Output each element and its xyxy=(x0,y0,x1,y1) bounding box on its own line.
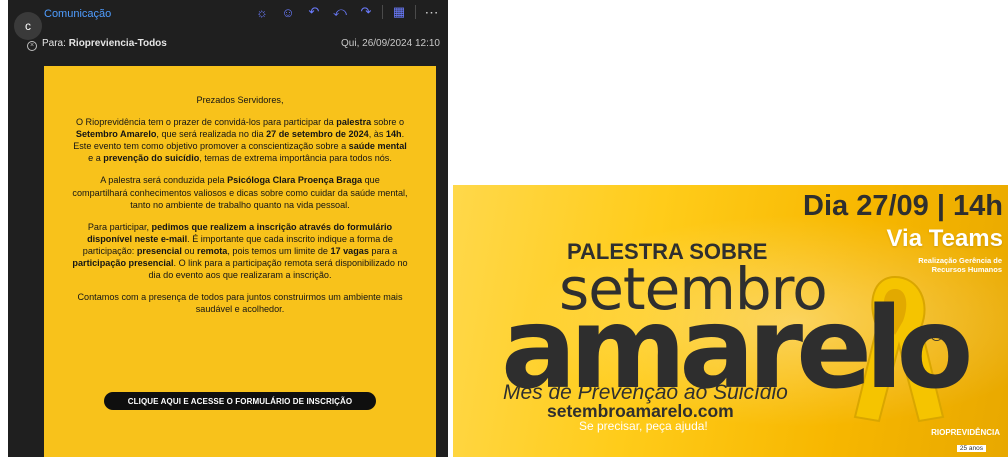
anniversary-badge: 25 anos xyxy=(956,445,986,452)
toolbar-divider xyxy=(382,5,383,19)
recipients-line: Para: Riopreviencia-Todos xyxy=(42,38,167,49)
forward-icon[interactable]: ↷ xyxy=(356,2,376,22)
paragraph-closing: Contamos com a presença de todos para ju… xyxy=(77,292,403,315)
greeting: Prezados Servidores, xyxy=(196,95,284,105)
registered-mark: ® xyxy=(930,325,944,345)
registration-form-button[interactable]: CLIQUE AQUI E ACESSE O FORMULÁRIO DE INS… xyxy=(104,392,376,410)
reply-icon[interactable]: ↶ xyxy=(304,2,324,22)
message-date: Qui, 26/09/2024 12:10 xyxy=(341,38,440,49)
sender-name[interactable]: Comunicação xyxy=(44,8,111,20)
emoji-icon[interactable]: ☺ xyxy=(278,2,298,22)
reply-all-icon[interactable]: ⤺ xyxy=(330,2,350,22)
rioprevidencia-logo: RIOPREVIDÊNCIA xyxy=(931,428,1000,437)
apps-icon[interactable]: ▦ xyxy=(389,2,409,22)
banner-platform: Via Teams xyxy=(886,225,1003,252)
message-toolbar: ☼ ☺ ↶ ⤺ ↷ ▦ ⋯ xyxy=(252,2,442,22)
email-body-card: Prezados Servidores, O Rioprevidência te… xyxy=(44,66,436,457)
sun-icon[interactable]: ☼ xyxy=(252,2,272,22)
email-body: Prezados Servidores, O Rioprevidência te… xyxy=(72,94,408,325)
paragraph-invite: O Rioprevidência tem o prazer de convidá… xyxy=(73,117,407,164)
more-icon[interactable]: ⋯ xyxy=(422,2,442,22)
paragraph-registration: Para participar, pedimos que realizem a … xyxy=(72,221,408,281)
to-label: Para: xyxy=(42,38,66,49)
toolbar-divider xyxy=(415,5,416,19)
to-recipient[interactable]: Riopreviencia-Todos xyxy=(69,38,167,49)
email-reading-pane: c Comunicação ☼ ☺ ↶ ⤺ ↷ ▦ ⋯ × Para: Riop… xyxy=(8,0,448,457)
banner-date: Dia 27/09 | 14h xyxy=(803,190,1003,222)
sender-avatar[interactable]: c xyxy=(14,12,42,40)
paragraph-speaker: A palestra será conduzida pela Psicóloga… xyxy=(72,175,408,210)
event-banner-image: Dia 27/09 | 14h Via Teams Realização Ger… xyxy=(453,185,1008,457)
banner-help-text: Se precisar, peça ajuda! xyxy=(579,419,708,433)
avatar-letter: c xyxy=(25,19,31,33)
banner-credit: Realização Gerência de Recursos Humanos xyxy=(918,256,1002,274)
recipient-icon: × xyxy=(27,41,37,51)
